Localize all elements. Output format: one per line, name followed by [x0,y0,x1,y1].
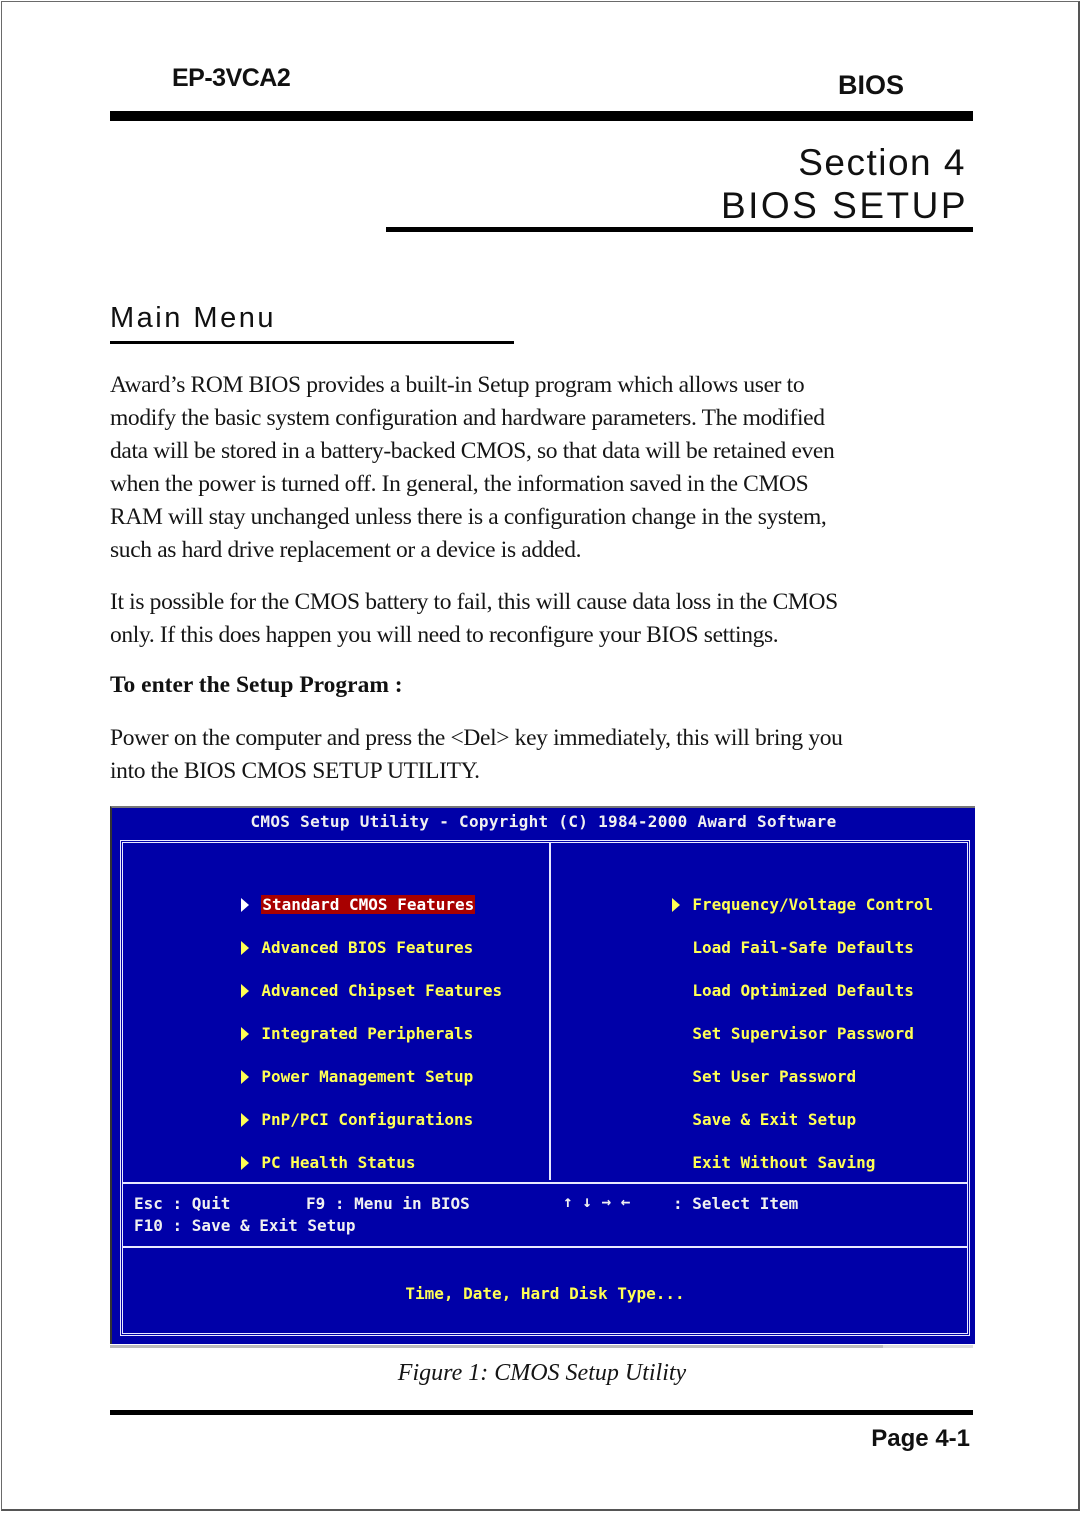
menu-item-label: Frequency/Voltage Control [692,895,934,914]
menu-item-label: PC Health Status [261,1153,416,1172]
footer-rule [110,1410,973,1415]
menu-item-load-fail-safe-defaults[interactable]: Load Fail-Safe Defaults [576,915,914,957]
intro-paragraph: Award’s ROM BIOS provides a built-in Set… [110,369,980,567]
paragraph-line: modify the basic system configuration an… [110,405,825,431]
main-menu-heading: Main Menu [110,302,276,334]
menu-item-standard-cmos-features[interactable]: Standard CMOS Features [145,872,476,914]
menu-item-advanced-bios-features[interactable]: Advanced BIOS Features [145,915,473,957]
menu-item-set-supervisor-password[interactable]: Set Supervisor Password [576,1001,914,1043]
section-number: Section 4 [798,142,966,183]
paragraph-line: data will be stored in a battery-backed … [110,438,835,464]
right-menu-pane: Frequency/Voltage Control Load Fail-Safe… [551,843,967,1180]
left-menu-pane: Standard CMOS Features Advanced BIOS Fea… [123,843,551,1180]
menu-item-label: Power Management Setup [261,1067,474,1086]
submenu-arrow-icon [241,941,250,955]
section-title: BIOS SETUP [720,185,968,226]
page-number: Page 4-1 [871,1425,970,1452]
menu-item-exit-without-saving[interactable]: Exit Without Saving [576,1130,875,1172]
bios-frame: Standard CMOS Features Advanced BIOS Fea… [120,840,970,1336]
paragraph-line: RAM will stay unchanged unless there is … [110,504,827,530]
menu-item-pc-health-status[interactable]: PC Health Status [145,1130,415,1172]
figure-bottom-shadow [110,1345,883,1348]
submenu-arrow-icon [241,898,250,912]
menu-item-label: Advanced Chipset Features [261,981,503,1000]
submenu-arrow-icon [241,1027,250,1041]
paragraph-line: It is possible for the CMOS battery to f… [110,589,838,615]
arrow-keys-icon: ↑ ↓ → ← [563,1192,631,1211]
menu-item-frequency-voltage-control[interactable]: Frequency/Voltage Control [576,872,933,914]
menu-item-set-user-password[interactable]: Set User Password [576,1044,856,1086]
menu-item-advanced-chipset-features[interactable]: Advanced Chipset Features [145,958,502,1000]
header-chapter-name: BIOS [838,70,905,100]
paragraph-line: when the power is turned off. In general… [110,471,809,497]
section-rule [386,227,973,232]
submenu-arrow-icon [241,984,250,998]
submenu-arrow-icon [672,898,681,912]
header-model-name: EP-3VCA2 [172,64,291,92]
main-menu-rule [110,341,514,344]
header-rule [110,111,973,121]
item-help-pane: Time, Date, Hard Disk Type... [123,1248,967,1333]
paragraph-line: only. If this does happen you will need … [110,622,779,648]
key-esc-quit: Esc : Quit [134,1194,231,1213]
menu-item-integrated-peripherals[interactable]: Integrated Peripherals [145,1001,473,1043]
submenu-arrow-icon [241,1156,250,1170]
menu-item-save-exit-setup[interactable]: Save & Exit Setup [576,1087,856,1129]
submenu-arrow-icon [241,1070,250,1084]
key-select-item: : Select Item [673,1194,799,1213]
figure-caption: Figure 1: CMOS Setup Utility [397,1360,687,1386]
key-f9-menu: F9 : Menu in BIOS [306,1194,470,1213]
menu-item-label: Integrated Peripherals [261,1024,474,1043]
battery-paragraph: It is possible for the CMOS battery to f… [110,586,980,652]
menu-item-label: Advanced BIOS Features [261,938,474,957]
menu-item-load-optimized-defaults[interactable]: Load Optimized Defaults [576,958,914,1000]
enter-setup-paragraph: Power on the computer and press the <Del… [110,722,980,788]
menu-item-label: Set User Password [692,1067,857,1086]
figure-bottom-shadow [883,1345,973,1348]
key-f10-save-exit: F10 : Save & Exit Setup [134,1216,356,1235]
menu-item-pnp-pci-configurations[interactable]: PnP/PCI Configurations [145,1087,473,1129]
menu-item-power-management-setup[interactable]: Power Management Setup [145,1044,473,1086]
paragraph-line: such as hard drive replacement or a devi… [110,537,582,563]
menu-item-label: Set Supervisor Password [692,1024,914,1043]
manual-page: EP-3VCA2 BIOS Section 4 BIOS SETUP Main … [1,1,1080,1511]
menu-item-label: Load Fail-Safe Defaults [692,938,914,957]
menu-item-label: Standard CMOS Features [261,895,476,914]
paragraph-line: into the BIOS CMOS SETUP UTILITY. [110,758,480,784]
paragraph-line: Award’s ROM BIOS provides a built-in Set… [110,372,805,398]
bios-setup-screen: CMOS Setup Utility - Copyright (C) 1984-… [110,806,975,1344]
menu-item-label: Save & Exit Setup [692,1110,857,1129]
menu-item-label: Load Optimized Defaults [692,981,914,1000]
bios-title-bar: CMOS Setup Utility - Copyright (C) 1984-… [250,812,837,831]
item-help-text: Time, Date, Hard Disk Type... [405,1284,685,1303]
submenu-arrow-icon [241,1113,250,1127]
key-help-pane: Esc : Quit F9 : Menu in BIOS ↑ ↓ → ← : S… [123,1182,967,1248]
setup-subheading: To enter the Setup Program : [110,672,403,698]
paragraph-line: Power on the computer and press the <Del… [110,725,843,751]
menu-item-label: PnP/PCI Configurations [261,1110,474,1129]
menu-item-label: Exit Without Saving [692,1153,876,1172]
